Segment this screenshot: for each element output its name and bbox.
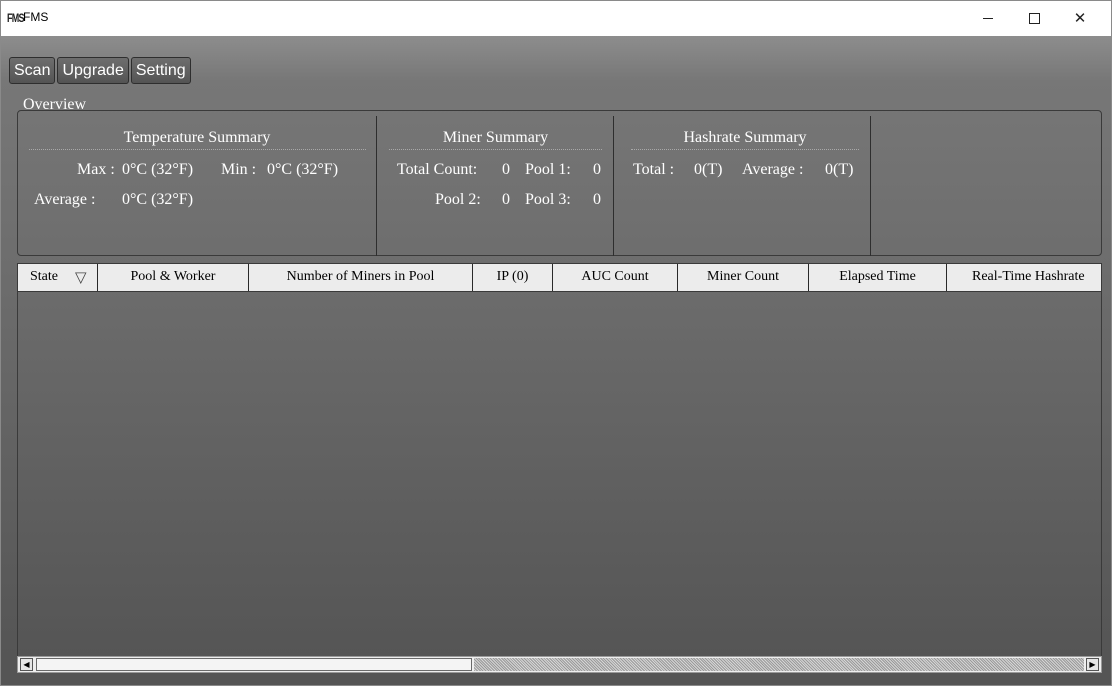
main-panel: Scan Upgrade Setting Overview Temperatur… xyxy=(1,36,1111,685)
pool1-value: 0 xyxy=(593,161,601,178)
hashrate-total-label: Total : xyxy=(633,161,675,178)
scan-button[interactable]: Scan xyxy=(9,57,56,84)
sort-descending-icon[interactable]: ▽ xyxy=(75,264,87,290)
title-separator xyxy=(389,149,602,150)
section-divider xyxy=(613,116,614,256)
hashrate-total-value: 0(T) xyxy=(694,161,723,178)
table-header: State ▽ Pool & Worker Number of Miners i… xyxy=(18,264,1101,292)
column-header-miner-count[interactable]: Miner Count xyxy=(678,264,809,291)
overview-legend: Overview xyxy=(23,96,87,113)
temp-min-label: Min : xyxy=(221,161,257,178)
temperature-summary-title: Temperature Summary xyxy=(123,129,271,146)
app-logo-icon: FMS xyxy=(7,11,25,25)
pool3-label: Pool 3: xyxy=(525,191,571,208)
scroll-left-icon[interactable]: ◀ xyxy=(20,658,33,671)
miner-summary-title: Miner Summary xyxy=(442,129,549,146)
minimize-icon xyxy=(983,18,993,19)
temp-min-value: 0°C (32°F) xyxy=(267,161,339,178)
title-bar[interactable]: FMS FMS ✕ xyxy=(1,1,1111,36)
setting-button[interactable]: Setting xyxy=(130,57,191,84)
total-count-value: 0 xyxy=(502,161,510,178)
maximize-icon xyxy=(1028,13,1040,24)
horizontal-scrollbar[interactable]: ◀ ▶ xyxy=(17,656,1102,673)
maximize-button[interactable] xyxy=(1011,1,1057,36)
column-header-pool-worker[interactable]: Pool & Worker xyxy=(98,264,249,291)
minimize-button[interactable] xyxy=(965,1,1011,36)
hashrate-summary-title: Hashrate Summary xyxy=(683,129,807,146)
hashrate-average-label: Average : xyxy=(742,161,804,178)
title-separator xyxy=(29,149,366,150)
hashrate-average-value: 0(T) xyxy=(825,161,854,178)
toolbar: Scan Upgrade Setting xyxy=(9,57,191,84)
column-header-label: State xyxy=(30,269,58,284)
column-header-realtime-hashrate[interactable]: Real-Time Hashrate xyxy=(947,264,1101,291)
window-title: FMS xyxy=(23,10,49,24)
scrollbar-thumb[interactable] xyxy=(36,658,472,671)
temp-max-label: Max : xyxy=(77,161,115,178)
column-header-state[interactable]: State ▽ xyxy=(18,264,98,291)
temp-average-value: 0°C (32°F) xyxy=(122,191,194,208)
pool2-label: Pool 2: xyxy=(435,191,481,208)
section-divider xyxy=(376,116,377,256)
temp-max-value: 0°C (32°F) xyxy=(122,161,194,178)
section-divider xyxy=(870,116,871,256)
temp-average-label: Average : xyxy=(34,191,96,208)
pool2-value: 0 xyxy=(502,191,510,208)
app-window: FMS FMS ✕ Scan Upgrade Setting Overview … xyxy=(0,0,1112,686)
pool3-value: 0 xyxy=(593,191,601,208)
pool1-label: Pool 1: xyxy=(525,161,571,178)
column-header-elapsed-time[interactable]: Elapsed Time xyxy=(809,264,947,291)
column-header-miners-in-pool[interactable]: Number of Miners in Pool xyxy=(249,264,473,291)
close-button[interactable]: ✕ xyxy=(1057,1,1103,36)
column-header-ip[interactable]: IP (0) xyxy=(473,264,553,291)
upgrade-button[interactable]: Upgrade xyxy=(57,57,129,84)
column-header-auc-count[interactable]: AUC Count xyxy=(553,264,678,291)
total-count-label: Total Count: xyxy=(397,161,478,178)
title-separator xyxy=(631,149,859,150)
scroll-right-icon[interactable]: ▶ xyxy=(1086,658,1099,671)
miner-table[interactable]: State ▽ Pool & Worker Number of Miners i… xyxy=(17,263,1102,659)
close-icon: ✕ xyxy=(1073,9,1087,27)
scrollbar-track[interactable] xyxy=(474,658,1084,671)
